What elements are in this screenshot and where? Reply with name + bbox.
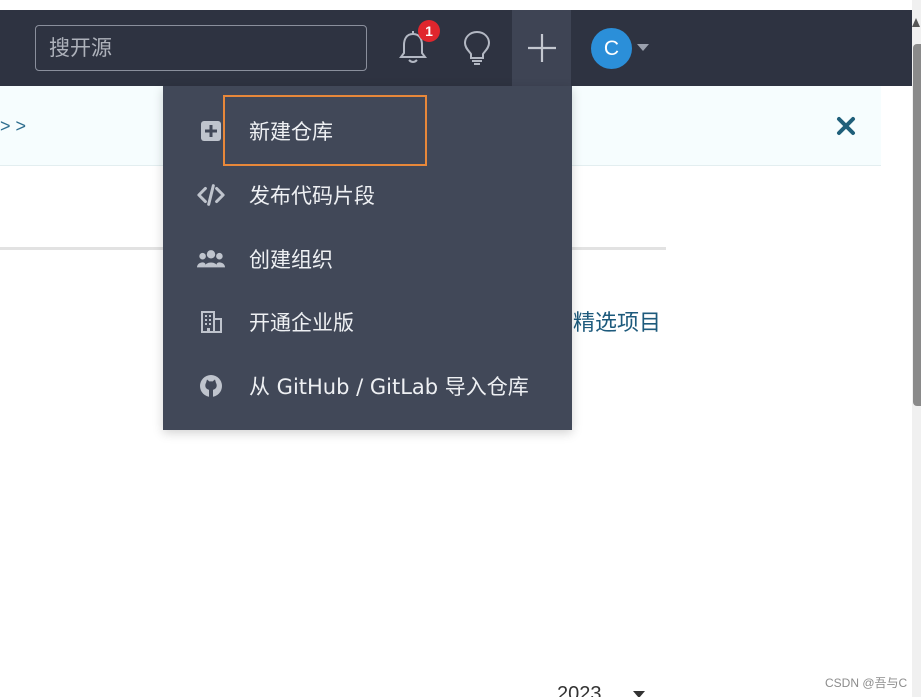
notification-badge: 1 — [418, 20, 440, 42]
year-caret-down-icon[interactable] — [633, 691, 645, 697]
menu-item-import-repository[interactable]: 从 GitHub / GitLab 导入仓库 — [163, 359, 572, 413]
menu-item-create-organization[interactable]: 创建组织 — [163, 232, 572, 286]
scroll-up-arrow-icon[interactable] — [912, 18, 920, 27]
menu-item-label: 从 GitHub / GitLab 导入仓库 — [249, 375, 529, 399]
user-avatar[interactable]: C — [591, 28, 632, 69]
menu-item-label: 创建组织 — [249, 248, 333, 272]
featured-projects-link[interactable]: 精选项目 — [573, 305, 661, 337]
plus-square-icon — [197, 117, 225, 145]
plus-icon — [527, 34, 556, 62]
create-dropdown-menu: 新建仓库 发布代码片段 创建组织 开通企业版 从 GitHub / GitLab… — [163, 86, 572, 430]
scrollbar-thumb[interactable] — [913, 44, 921, 406]
users-icon — [197, 245, 225, 273]
banner-more-link[interactable]: > > — [0, 116, 26, 137]
page: 1 C > > 精选项目 2023 CSDN @吾与C — [0, 0, 921, 697]
top-strip — [0, 0, 921, 10]
lightbulb-icon[interactable] — [457, 28, 497, 68]
menu-item-label: 新建仓库 — [249, 120, 333, 144]
building-icon — [197, 308, 225, 336]
menu-item-enterprise[interactable]: 开通企业版 — [163, 295, 572, 349]
close-icon[interactable] — [835, 114, 857, 138]
menu-item-label: 发布代码片段 — [249, 184, 375, 208]
csdn-watermark: CSDN @吾与C — [825, 676, 908, 690]
menu-item-label: 开通企业版 — [249, 311, 354, 335]
top-navbar: 1 C — [0, 10, 912, 86]
search-input[interactable] — [35, 25, 367, 71]
menu-item-new-repository[interactable]: 新建仓库 — [163, 104, 572, 158]
avatar-caret-down-icon[interactable] — [637, 44, 649, 51]
menu-item-publish-snippet[interactable]: 发布代码片段 — [163, 168, 572, 222]
create-new-button[interactable] — [512, 10, 571, 86]
github-icon — [197, 372, 225, 400]
year-select[interactable]: 2023 — [557, 683, 602, 697]
code-icon — [197, 181, 225, 209]
